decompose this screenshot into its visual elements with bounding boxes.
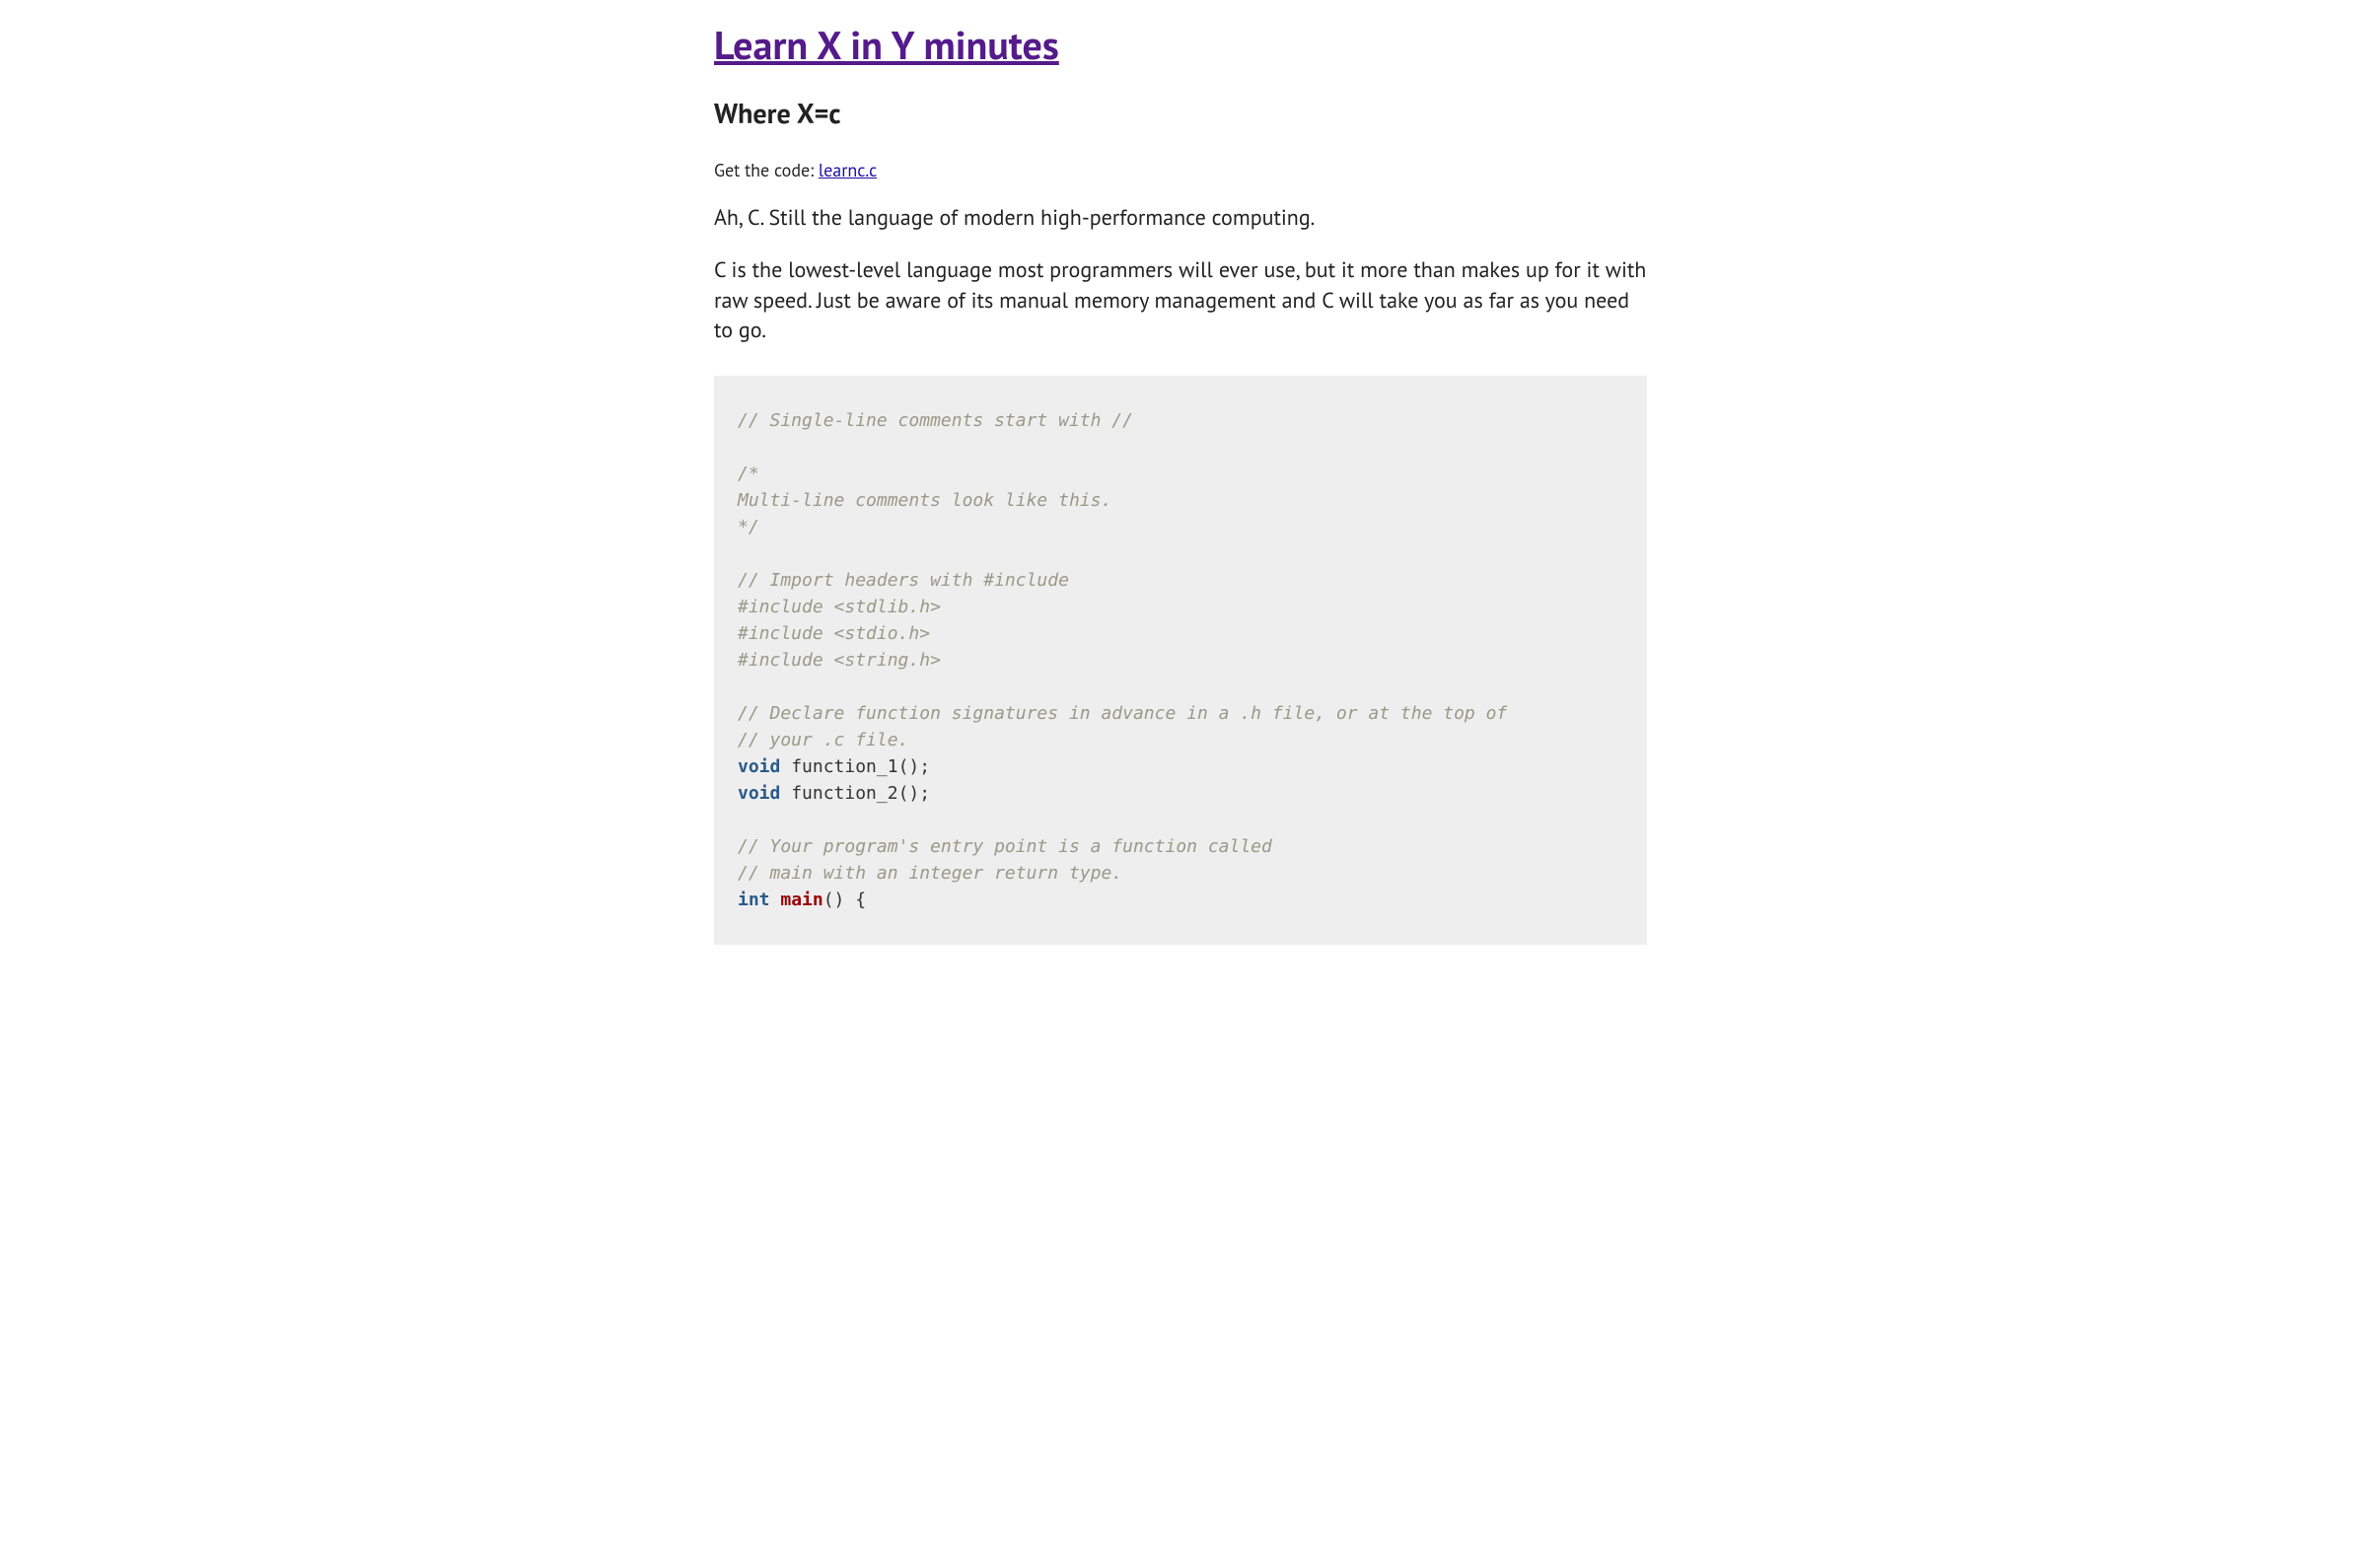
code-token: void	[738, 783, 780, 804]
code-token: #include <stdlib.h>	[738, 597, 941, 617]
page-title: Learn X in Y minutes	[714, 20, 1647, 71]
intro-paragraph-1: Ah, C. Still the language of modern high…	[714, 203, 1647, 234]
code-token	[770, 890, 781, 910]
content-container: Learn X in Y minutes Where X=c Get the c…	[714, 0, 1647, 964]
get-code-link[interactable]: learnc.c	[819, 159, 877, 181]
intro-paragraph-2: C is the lowest-level language most prog…	[714, 255, 1647, 346]
code-token: // Your program's entry point is a funct…	[738, 836, 1272, 857]
code-token: int	[738, 890, 770, 910]
code-token: #include <stdio.h>	[738, 623, 930, 644]
code-block: // Single-line comments start with // /*…	[714, 376, 1647, 945]
code-token: () {	[823, 890, 866, 910]
code-token: // main with an integer return type.	[738, 863, 1122, 884]
code-token: main	[780, 890, 823, 910]
code-token: function_2();	[780, 783, 930, 804]
code-token: // Import headers with #include	[738, 570, 1069, 591]
code-token: // Single-line comments start with //	[738, 410, 1133, 431]
page-subtitle: Where X=c	[714, 95, 1647, 131]
get-code-line: Get the code: learnc.c	[714, 159, 1647, 181]
code-token: // your .c file.	[738, 730, 908, 750]
code-token: void	[738, 756, 780, 777]
code-token: /* Multi-line comments look like this. *…	[738, 463, 1111, 537]
code-token: #include <string.h>	[738, 650, 941, 671]
code-token: function_1();	[780, 756, 930, 777]
get-code-label: Get the code:	[714, 159, 819, 181]
site-title-link[interactable]: Learn X in Y minutes	[714, 20, 1059, 71]
code-token: // Declare function signatures in advanc…	[738, 703, 1507, 724]
